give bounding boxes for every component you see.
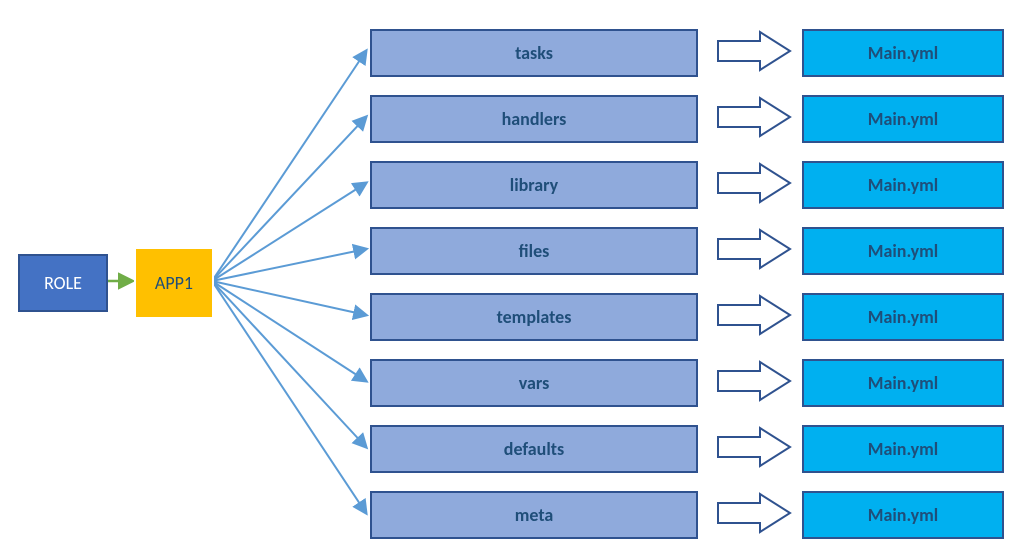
file-node-templates: Main.yml <box>802 293 1004 341</box>
dir-label: tasks <box>515 42 553 64</box>
dir-node-meta: meta <box>370 491 698 539</box>
arrow-templates-to-file <box>718 296 790 334</box>
file-node-library: Main.yml <box>802 161 1004 209</box>
dir-label: vars <box>519 372 550 394</box>
app-label: APP1 <box>155 272 193 294</box>
file-label: Main.yml <box>868 306 938 328</box>
dir-node-defaults: defaults <box>370 425 698 473</box>
dir-label: meta <box>515 504 554 526</box>
dir-node-templates: templates <box>370 293 698 341</box>
role-node: ROLE <box>18 254 108 312</box>
arrow-defaults-to-file <box>718 428 790 466</box>
arrow-app-to-templates <box>212 281 366 315</box>
file-node-vars: Main.yml <box>802 359 1004 407</box>
dir-label: files <box>519 240 550 262</box>
dir-node-files: files <box>370 227 698 275</box>
app-node: APP1 <box>134 247 214 319</box>
arrow-app-to-meta <box>212 281 366 513</box>
arrow-app-to-library <box>212 183 366 281</box>
file-node-handlers: Main.yml <box>802 95 1004 143</box>
dir-label: handlers <box>502 108 567 130</box>
file-label: Main.yml <box>868 372 938 394</box>
dir-label: library <box>510 174 558 196</box>
file-label: Main.yml <box>868 438 938 460</box>
arrow-app-to-files <box>212 249 366 281</box>
role-label: ROLE <box>44 272 82 294</box>
dir-node-handlers: handlers <box>370 95 698 143</box>
file-node-meta: Main.yml <box>802 491 1004 539</box>
dir-label: templates <box>497 306 572 328</box>
file-label: Main.yml <box>868 174 938 196</box>
dir-label: defaults <box>504 438 564 460</box>
file-node-tasks: Main.yml <box>802 29 1004 77</box>
arrow-app-to-handlers <box>212 117 366 281</box>
role-structure-diagram: ROLE APP1 tasks handlers library files t… <box>0 0 1034 552</box>
file-label: Main.yml <box>868 504 938 526</box>
file-label: Main.yml <box>868 42 938 64</box>
arrow-handlers-to-file <box>718 98 790 136</box>
arrow-files-to-file <box>718 230 790 268</box>
arrow-tasks-to-file <box>718 32 790 70</box>
dir-node-tasks: tasks <box>370 29 698 77</box>
file-label: Main.yml <box>868 240 938 262</box>
dir-node-vars: vars <box>370 359 698 407</box>
arrow-library-to-file <box>718 164 790 202</box>
file-label: Main.yml <box>868 108 938 130</box>
file-node-defaults: Main.yml <box>802 425 1004 473</box>
arrow-meta-to-file <box>718 494 790 532</box>
arrow-app-to-tasks <box>212 51 366 281</box>
arrow-app-to-defaults <box>212 281 366 447</box>
arrow-app-to-vars <box>212 281 366 381</box>
dir-node-library: library <box>370 161 698 209</box>
file-node-files: Main.yml <box>802 227 1004 275</box>
arrow-vars-to-file <box>718 362 790 400</box>
